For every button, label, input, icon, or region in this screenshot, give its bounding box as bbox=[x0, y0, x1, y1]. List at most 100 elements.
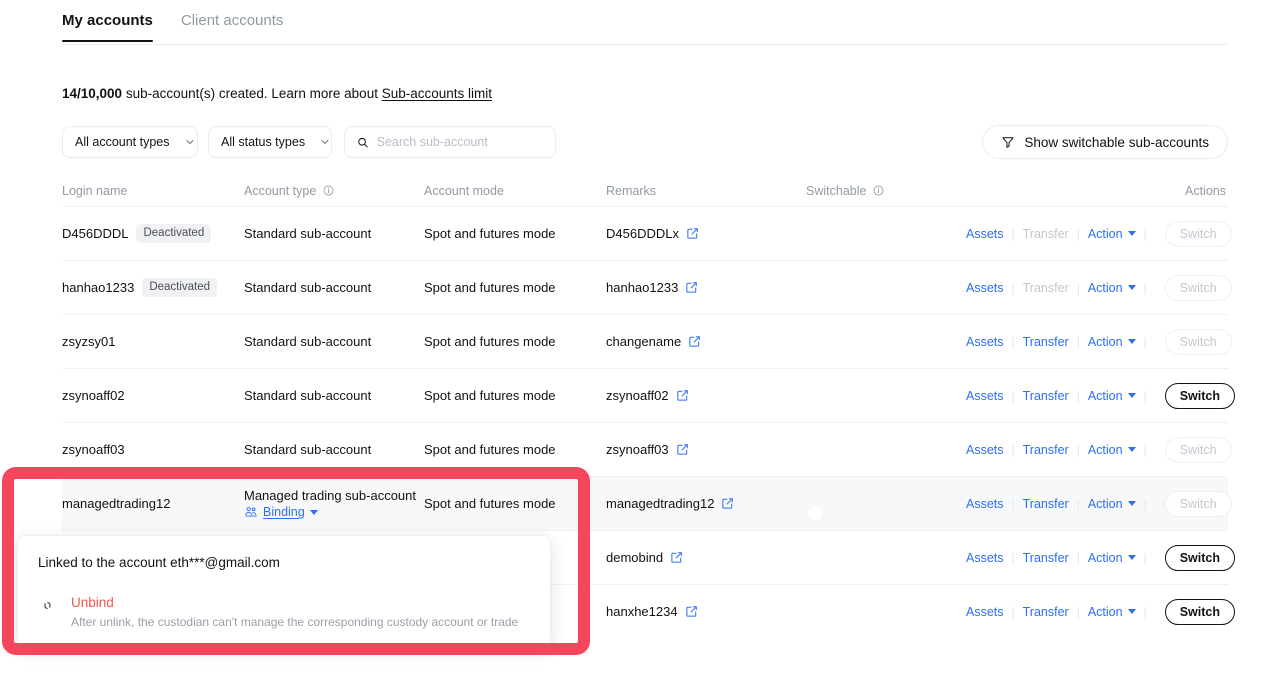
unbind-label: Unbind bbox=[71, 595, 114, 610]
transfer-link[interactable]: Transfer bbox=[1023, 605, 1069, 619]
header-switchable: Switchable bbox=[806, 184, 966, 198]
assets-link[interactable]: Assets bbox=[966, 551, 1004, 565]
cell-login-name: zsynoaff02 bbox=[62, 388, 244, 403]
action-separator: | bbox=[1076, 334, 1080, 349]
assets-link[interactable]: Assets bbox=[966, 335, 1004, 349]
info-icon[interactable] bbox=[323, 185, 334, 196]
action-dropdown[interactable]: Action bbox=[1088, 497, 1136, 511]
edit-icon[interactable] bbox=[676, 389, 689, 402]
transfer-link[interactable]: Transfer bbox=[1023, 389, 1069, 403]
tab-client-accounts[interactable]: Client accounts bbox=[181, 0, 284, 42]
action-label: Action bbox=[1087, 388, 1123, 403]
action-dropdown[interactable]: Action bbox=[1088, 227, 1136, 241]
switch-button[interactable]: Switch bbox=[1164, 382, 1236, 409]
remarks-text: demobind bbox=[606, 550, 664, 565]
status-badge: Deactivated bbox=[136, 224, 212, 243]
action-dropdown[interactable]: Action bbox=[1088, 281, 1136, 295]
edit-icon[interactable] bbox=[676, 443, 689, 456]
edit-icon[interactable] bbox=[721, 497, 734, 510]
caret-down-icon bbox=[1127, 339, 1136, 344]
cell-remarks: zsynoaff02 bbox=[606, 388, 806, 403]
unbind-menu-item[interactable]: Unbind After unlink, the custodian can't… bbox=[18, 572, 550, 630]
cell-account-type: Standard sub-account bbox=[244, 226, 372, 241]
action-dropdown[interactable]: Action bbox=[1088, 389, 1136, 403]
edit-icon[interactable] bbox=[670, 551, 683, 564]
action-separator: | bbox=[1143, 226, 1147, 241]
action-dropdown[interactable]: Action bbox=[1088, 605, 1136, 619]
remarks-text: changename bbox=[606, 334, 682, 349]
action-separator: | bbox=[1143, 550, 1147, 565]
binding-detail-popup: Linked to the account eth***@gmail.com U… bbox=[18, 536, 550, 646]
cell-account-mode: Spot and futures mode bbox=[424, 388, 556, 403]
people-icon bbox=[245, 507, 257, 517]
cell-remarks: D456DDDLx bbox=[606, 226, 806, 241]
assets-link[interactable]: Assets bbox=[966, 389, 1004, 403]
switch-button[interactable]: Switch bbox=[1164, 544, 1236, 571]
cell-account-type: Standard sub-account bbox=[244, 442, 372, 457]
linked-account-text: Linked to the account eth***@gmail.com bbox=[38, 555, 280, 570]
cell-remarks: zsynoaff03 bbox=[606, 442, 806, 457]
toggle-knob bbox=[822, 613, 836, 628]
assets-link[interactable]: Assets bbox=[966, 227, 1004, 241]
account-tabs: My accounts Client accounts bbox=[0, 0, 1280, 45]
tabbar-divider bbox=[62, 44, 1228, 45]
search-input[interactable] bbox=[376, 135, 543, 149]
transfer-link[interactable]: Transfer bbox=[1023, 497, 1069, 511]
switch-button[interactable]: Switch bbox=[1164, 598, 1236, 625]
cell-account-mode: Spot and futures mode bbox=[424, 226, 556, 241]
action-label: Action bbox=[1087, 280, 1123, 295]
table-row: zsynoaff02 Standard sub-account Spot and f… bbox=[62, 368, 1236, 422]
assets-link[interactable]: Assets bbox=[966, 443, 1004, 457]
sub-accounts-limit-link[interactable]: Sub-accounts limit bbox=[382, 86, 492, 101]
assets-link[interactable]: Assets bbox=[966, 497, 1004, 511]
login-name-text: zsynoaff03 bbox=[62, 442, 125, 457]
filter-icon bbox=[1002, 137, 1014, 148]
action-dropdown[interactable]: Action bbox=[1088, 551, 1136, 565]
header-account-type: Account type bbox=[244, 184, 424, 198]
action-separator: | bbox=[1011, 226, 1015, 241]
caret-down-icon bbox=[1127, 231, 1136, 236]
search-sub-account-box[interactable] bbox=[344, 126, 556, 158]
toggle-knob bbox=[808, 505, 822, 520]
action-separator: | bbox=[1076, 604, 1080, 619]
caret-down-icon bbox=[1127, 501, 1136, 506]
status-type-select[interactable]: All status types bbox=[208, 126, 332, 158]
caret-down-icon bbox=[1127, 555, 1136, 560]
switch-button: Switch bbox=[1164, 220, 1232, 247]
transfer-link[interactable]: Transfer bbox=[1023, 335, 1069, 349]
edit-icon[interactable] bbox=[688, 335, 701, 348]
edit-icon[interactable] bbox=[686, 227, 699, 240]
cell-actions: Assets | Transfer | Action | Switch bbox=[966, 328, 1232, 355]
action-separator: | bbox=[1011, 604, 1015, 619]
chevron-down-icon bbox=[321, 140, 329, 144]
caret-down-icon bbox=[1127, 609, 1136, 614]
cell-actions: Assets | Transfer | Action | Switch bbox=[966, 598, 1236, 625]
transfer-link[interactable]: Transfer bbox=[1023, 551, 1069, 565]
cell-account-type: Standard sub-account bbox=[244, 280, 372, 295]
action-dropdown[interactable]: Action bbox=[1088, 443, 1136, 457]
action-label: Action bbox=[1087, 226, 1123, 241]
table-row: D456DDDL Deactivated Standard sub-account S… bbox=[62, 206, 1232, 260]
transfer-link[interactable]: Transfer bbox=[1023, 443, 1069, 457]
action-dropdown[interactable]: Action bbox=[1088, 335, 1136, 349]
edit-icon[interactable] bbox=[685, 281, 698, 294]
toggle-knob bbox=[822, 559, 836, 574]
assets-link[interactable]: Assets bbox=[966, 605, 1004, 619]
remarks-text: hanhao1233 bbox=[606, 280, 679, 295]
switch-button: Switch bbox=[1164, 490, 1232, 517]
assets-link[interactable]: Assets bbox=[966, 281, 1004, 295]
header-account-mode: Account mode bbox=[424, 184, 504, 198]
account-type-select[interactable]: All account types bbox=[62, 126, 198, 158]
show-switchable-sub-accounts-button[interactable]: Show switchable sub-accounts bbox=[982, 125, 1228, 159]
toggle-knob bbox=[822, 289, 836, 304]
filter-bar: All account types All status types Show … bbox=[62, 125, 1228, 159]
unbind-description: After unlink, the custodian can't manage… bbox=[71, 615, 519, 629]
action-separator: | bbox=[1076, 442, 1080, 457]
binding-dropdown[interactable]: Binding bbox=[244, 505, 424, 519]
transfer-link: Transfer bbox=[1022, 280, 1069, 295]
edit-icon[interactable] bbox=[685, 605, 698, 618]
info-icon[interactable] bbox=[873, 185, 884, 196]
action-label: Action bbox=[1087, 604, 1123, 619]
tab-my-accounts[interactable]: My accounts bbox=[62, 0, 153, 42]
cell-login-name: zsynoaff03 bbox=[62, 442, 244, 457]
